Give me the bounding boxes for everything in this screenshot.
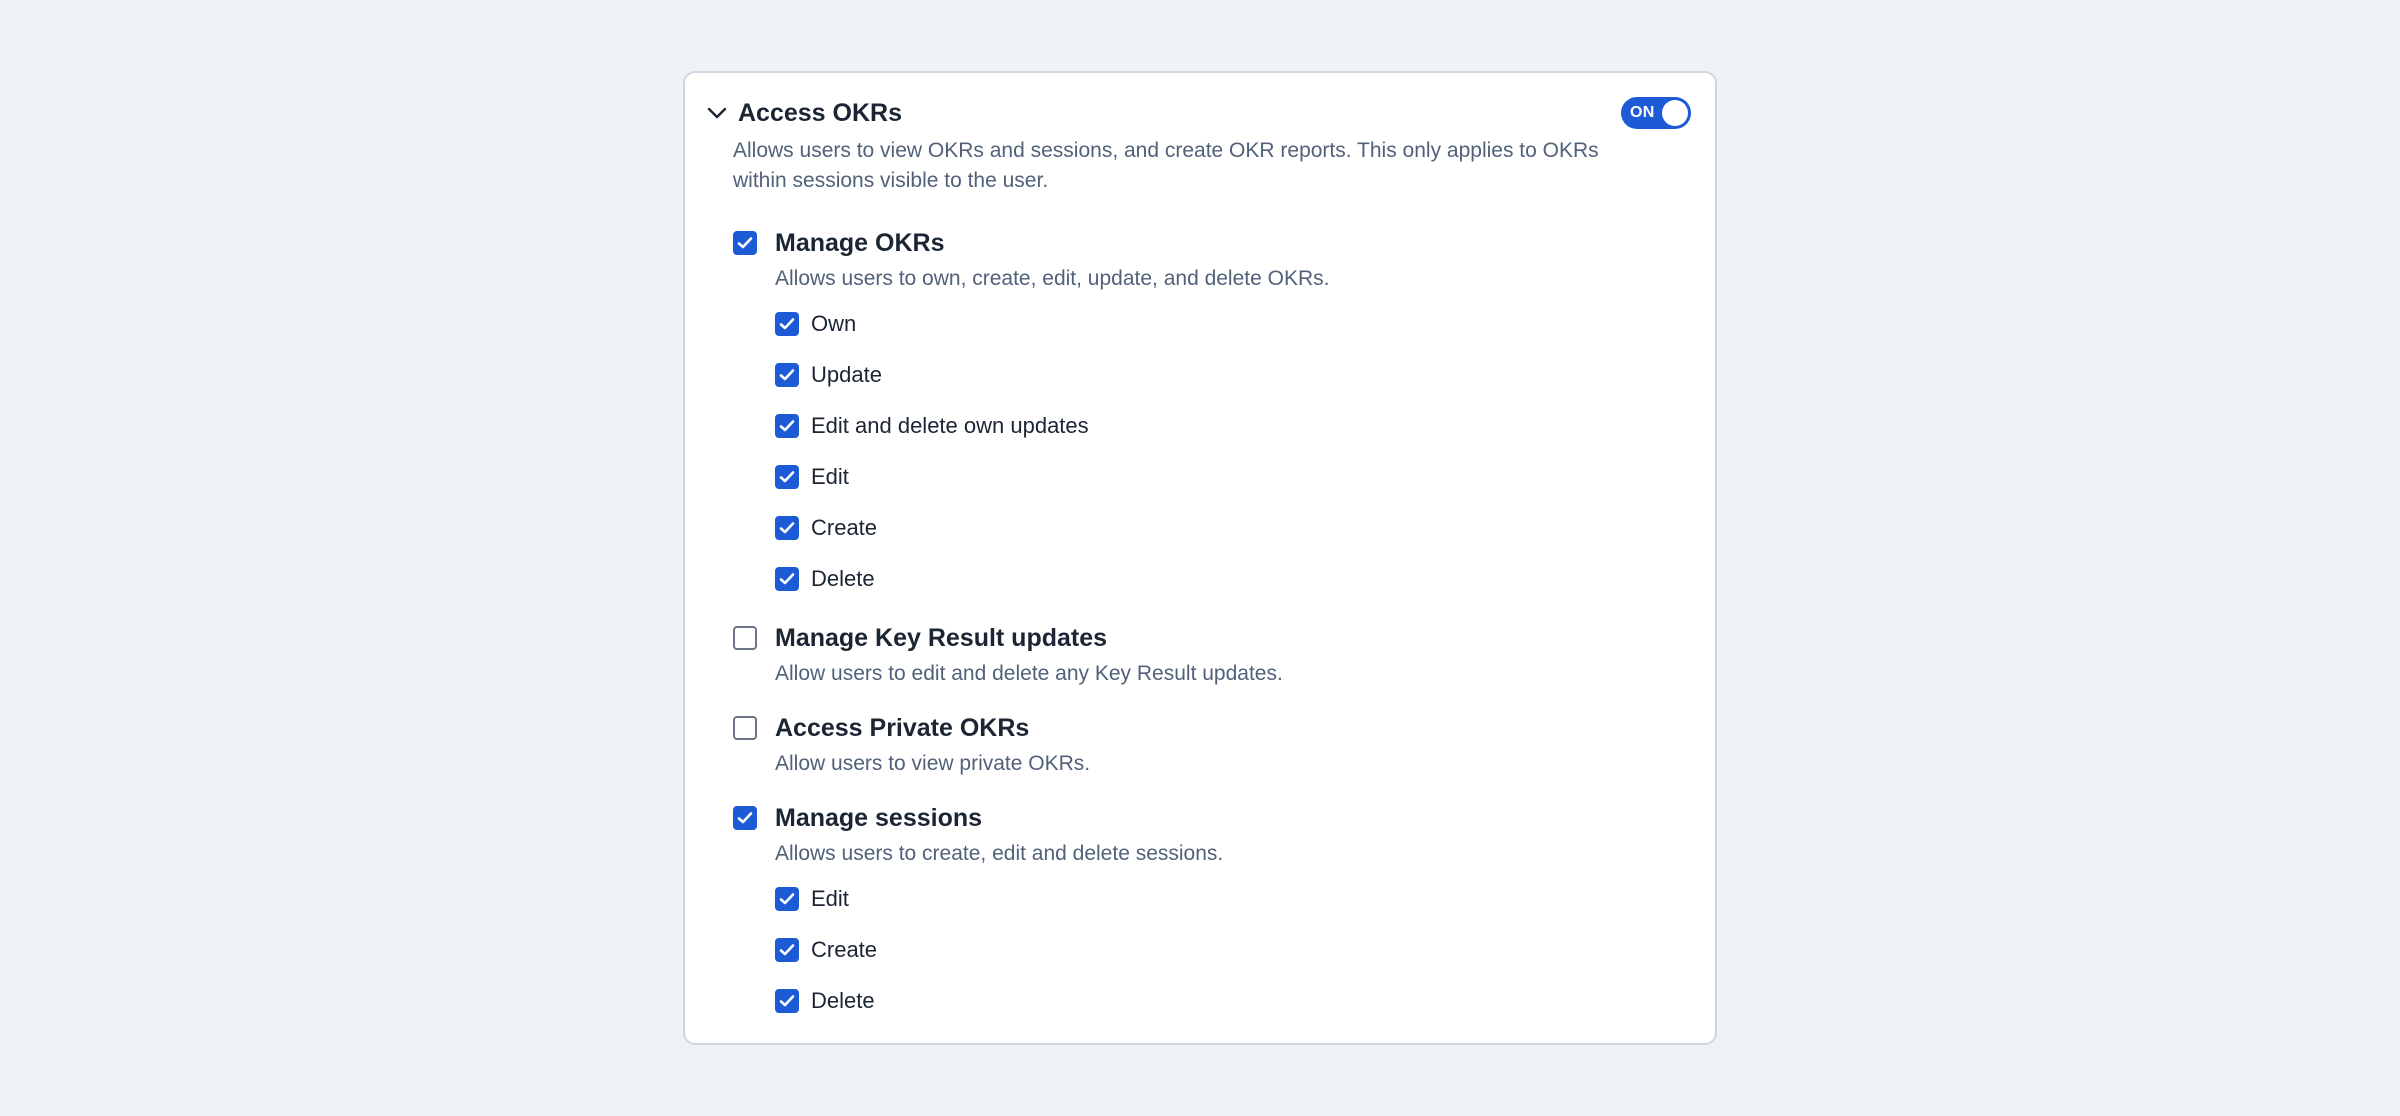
group-label: Manage sessions xyxy=(775,803,983,832)
check-icon xyxy=(737,237,753,249)
sub-item-edit: Edit xyxy=(775,873,1223,924)
edit-checkbox[interactable] xyxy=(775,464,799,489)
toggle-label: ON xyxy=(1630,104,1655,121)
create-checkbox[interactable] xyxy=(775,515,799,540)
check-icon xyxy=(779,419,795,431)
section-title: Access OKRs xyxy=(738,98,902,127)
sub-permissions: Own Update Edit and delete own updates E… xyxy=(775,298,1329,604)
sub-item-label: Delete xyxy=(811,987,875,1013)
own-checkbox[interactable] xyxy=(775,311,799,336)
check-icon xyxy=(779,368,795,380)
sub-item-edit: Edit xyxy=(775,451,1329,502)
sub-item-label: Create xyxy=(811,514,878,540)
sub-item-label: Edit xyxy=(811,463,849,489)
sub-permissions: Edit Create Delete xyxy=(775,873,1223,1026)
sub-item-label: Own xyxy=(811,310,857,336)
group-description: Allows users to own, create, edit, updat… xyxy=(775,267,1330,290)
sub-item-delete: Delete xyxy=(775,975,1223,1026)
check-icon xyxy=(779,943,795,955)
access-private-okrs-checkbox[interactable] xyxy=(733,716,757,740)
permissions-card: Access OKRs ON Allows users to view OKRs… xyxy=(683,71,1717,1045)
sub-item-label: Create xyxy=(811,936,878,962)
manage-key-result-updates-checkbox[interactable] xyxy=(733,626,757,650)
group-description: Allow users to view private OKRs. xyxy=(775,752,1091,775)
group-description: Allow users to edit and delete any Key R… xyxy=(775,662,1283,685)
sub-item-create: Create xyxy=(775,924,1223,975)
group-manage-sessions: Manage sessions Allows users to create, … xyxy=(733,802,1223,1026)
sub-item-edit-delete-own-updates: Edit and delete own updates xyxy=(775,400,1329,451)
group-label: Access Private OKRs xyxy=(775,713,1030,742)
sub-item-label: Edit xyxy=(811,885,849,911)
edit-delete-own-updates-checkbox[interactable] xyxy=(775,413,799,438)
group-description: Allows users to create, edit and delete … xyxy=(775,842,1224,865)
check-icon xyxy=(779,994,795,1006)
group-manage-okrs: Manage OKRs Allows users to own, create,… xyxy=(733,227,1329,604)
group-manage-key-result-updates: Manage Key Result updates Allow users to… xyxy=(733,622,1283,688)
sub-item-create: Create xyxy=(775,502,1329,553)
access-okrs-toggle[interactable]: ON xyxy=(1621,97,1691,129)
chevron-down-icon[interactable] xyxy=(705,101,729,125)
sub-item-own: Own xyxy=(775,298,1329,349)
check-icon xyxy=(737,812,753,824)
sub-item-delete: Delete xyxy=(775,553,1329,604)
group-label: Manage OKRs xyxy=(775,228,945,257)
check-icon xyxy=(779,572,795,584)
toggle-knob xyxy=(1662,100,1688,126)
check-icon xyxy=(779,317,795,329)
check-icon xyxy=(779,470,795,482)
manage-sessions-checkbox[interactable] xyxy=(733,806,757,830)
update-checkbox[interactable] xyxy=(775,362,799,387)
sub-item-label: Edit and delete own updates xyxy=(811,412,1089,438)
sub-item-update: Update xyxy=(775,349,1329,400)
check-icon xyxy=(779,892,795,904)
session-edit-checkbox[interactable] xyxy=(775,886,799,911)
group-access-private-okrs: Access Private OKRs Allow users to view … xyxy=(733,712,1090,778)
sub-item-label: Update xyxy=(811,361,882,387)
session-create-checkbox[interactable] xyxy=(775,937,799,962)
group-label: Manage Key Result updates xyxy=(775,623,1108,652)
manage-okrs-checkbox[interactable] xyxy=(733,231,757,255)
delete-checkbox[interactable] xyxy=(775,566,799,591)
section-header: Access OKRs ON xyxy=(705,93,1691,133)
session-delete-checkbox[interactable] xyxy=(775,988,799,1013)
check-icon xyxy=(779,521,795,533)
sub-item-label: Delete xyxy=(811,565,875,591)
section-description: Allows users to view OKRs and sessions, … xyxy=(733,139,1599,192)
